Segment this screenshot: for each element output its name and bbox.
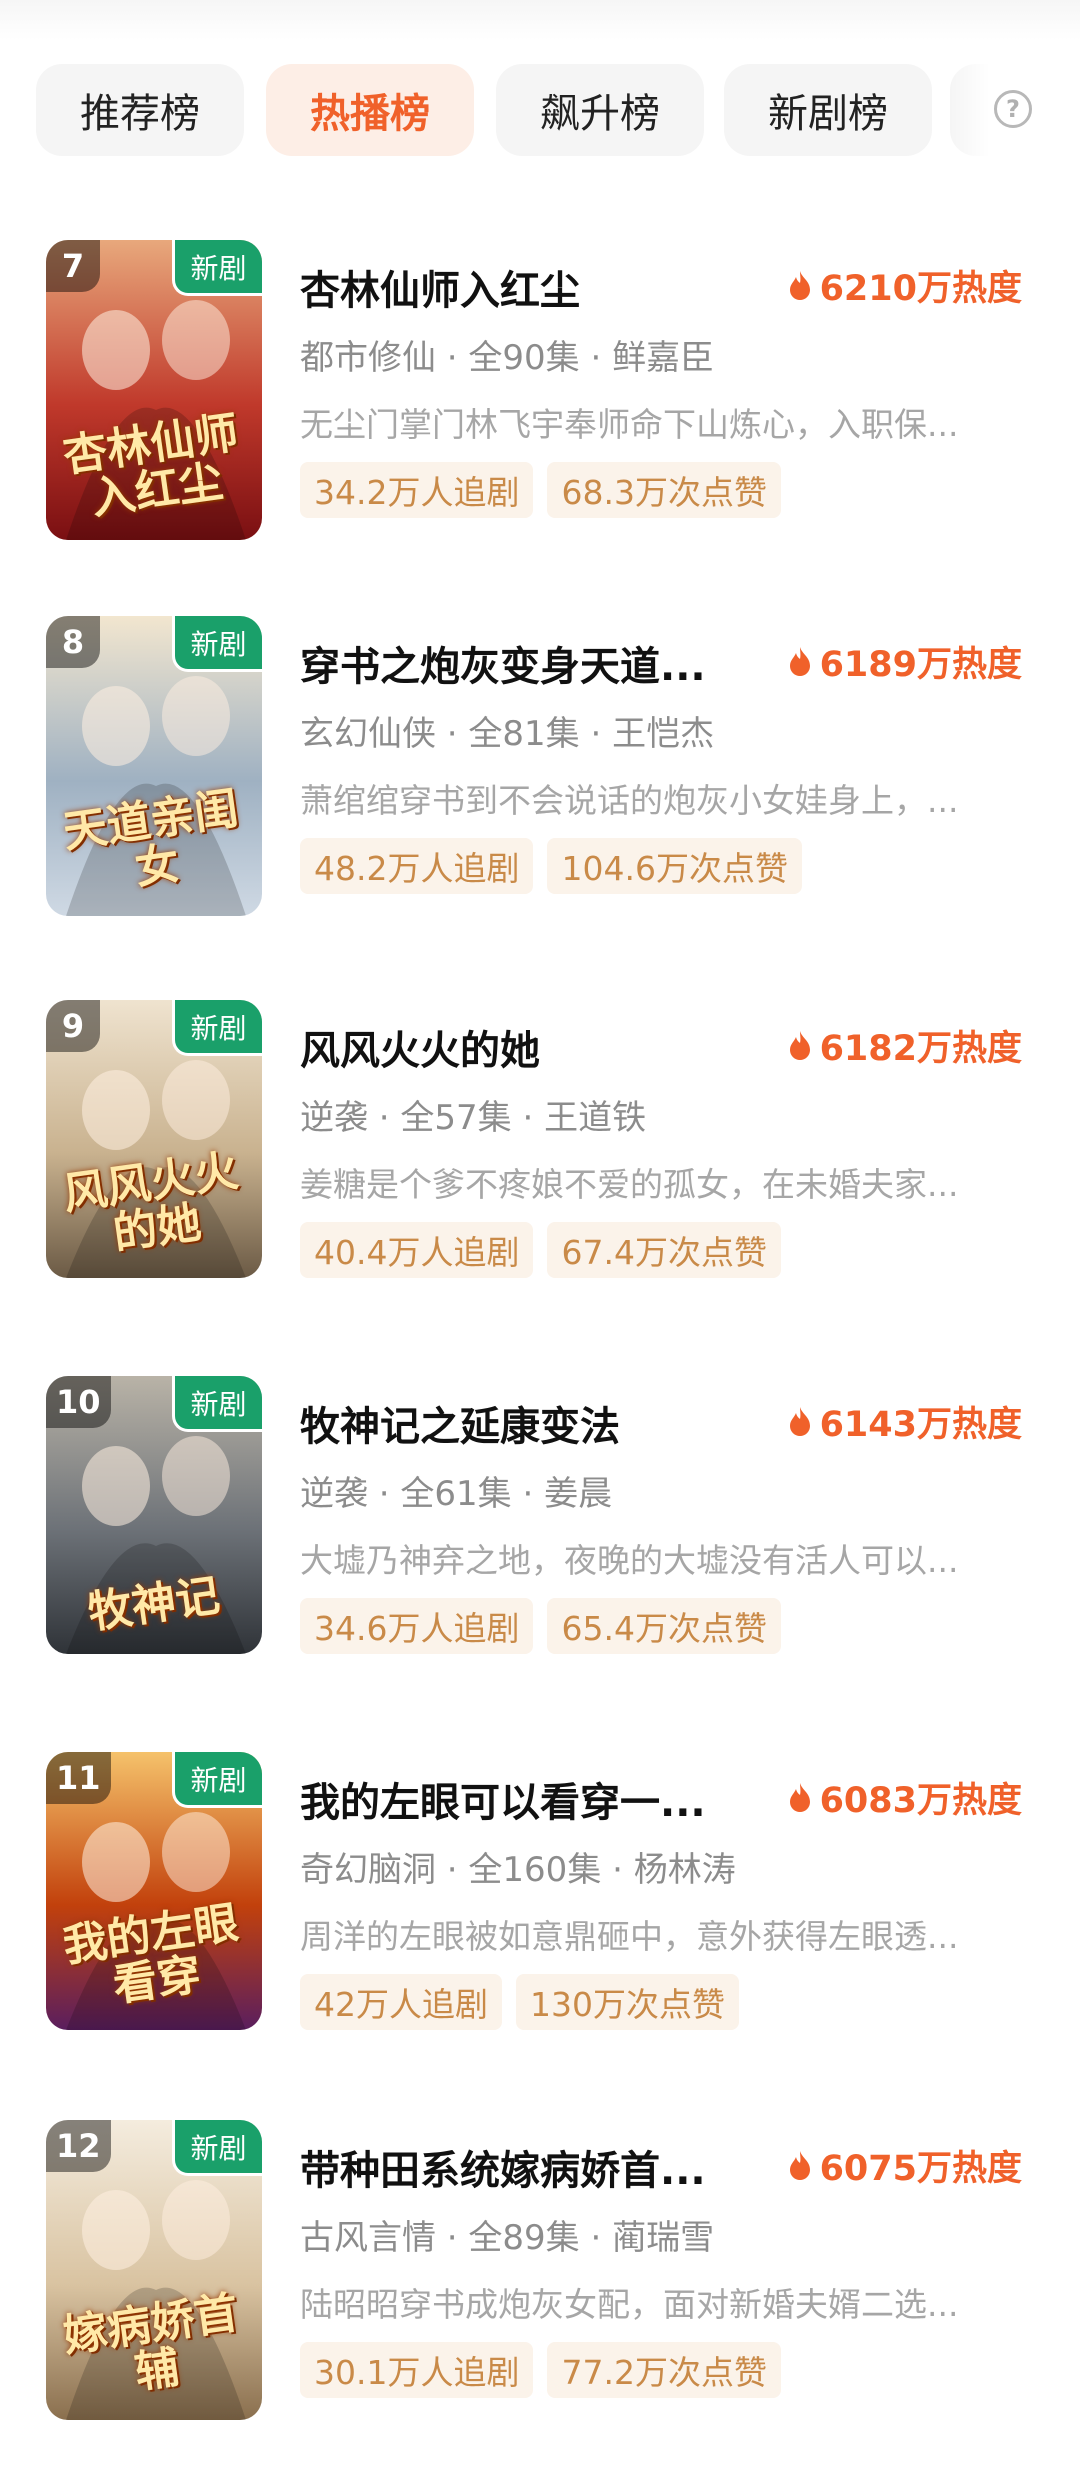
heat-value: 6189万热度 [819,645,1022,685]
rank-badge: 11 [46,1752,111,1804]
list-item[interactable]: 牧神记 10 新剧 牧神记之延康变法 6143万热度 逆袭 · 全61集 · 姜… [0,1376,1080,1696]
stat-tags: 34.6万人追剧 65.4万次点赞 [300,1598,781,1654]
heat-value: 6182万热度 [819,1029,1022,1069]
likes-tag: 104.6万次点赞 [547,838,802,894]
fire-icon [789,2150,810,2180]
likes-tag: 77.2万次点赞 [547,2342,781,2398]
question-circle-icon[interactable]: ? [994,90,1032,128]
likes-tag: 67.4万次点赞 [547,1222,781,1278]
drama-title[interactable]: 牧神记之延康变法 [300,1394,770,1452]
drama-description: 萧绾绾穿书到不会说话的炮灰小女娃身上，... [300,781,959,820]
top-fade [0,0,1080,40]
list-item[interactable]: 我的左眼看穿 11 新剧 我的左眼可以看穿一... 6083万热度 奇幻脑洞 ·… [0,1752,1080,2072]
tab-rising[interactable]: 飙升榜 [496,64,704,156]
new-badge: 新剧 [172,1000,262,1056]
heat-value: 6075万热度 [819,2149,1022,2189]
stat-tags: 34.2万人追剧 68.3万次点赞 [300,462,781,518]
drama-meta: 逆袭 · 全61集 · 姜晨 [300,1474,613,1514]
fire-icon [789,1406,810,1436]
poster-image[interactable]: 风风火火的她 9 新剧 [46,1000,262,1278]
heat-score: 6143万热度 [788,1396,1022,1447]
list-item[interactable]: 嫁病娇首辅 12 新剧 带种田系统嫁病娇首... 6075万热度 古风言情 · … [0,2120,1080,2440]
ranking-tabs: 推荐榜 热播榜 飙升榜 新剧榜 ? [36,64,1046,156]
new-badge: 新剧 [172,1752,262,1808]
drama-meta: 古风言情 · 全89集 · 蔺瑞雪 [300,2218,715,2258]
heat-score: 6075万热度 [788,2140,1022,2191]
tab-overflow-hint [950,64,990,156]
followers-tag: 40.4万人追剧 [300,1222,534,1278]
poster-image[interactable]: 杏林仙师入红尘 7 新剧 [46,240,262,540]
rank-badge: 8 [46,616,100,668]
likes-tag: 68.3万次点赞 [547,462,781,518]
followers-tag: 34.2万人追剧 [300,462,534,518]
drama-meta: 逆袭 · 全57集 · 王道铁 [300,1098,647,1138]
heat-value: 6210万热度 [819,269,1022,309]
drama-description: 无尘门掌门林飞宇奉师命下山炼心，入职保... [300,405,959,444]
new-badge: 新剧 [172,1376,262,1432]
heat-value: 6083万热度 [819,1781,1022,1821]
heat-score: 6189万热度 [788,636,1022,687]
drama-title[interactable]: 我的左眼可以看穿一... [300,1770,770,1828]
rank-badge: 7 [46,240,100,292]
stat-tags: 42万人追剧 130万次点赞 [300,1974,739,2030]
followers-tag: 42万人追剧 [300,1974,502,2030]
fire-icon [789,270,810,300]
list-item[interactable]: 杏林仙师入红尘 7 新剧 杏林仙师入红尘 6210万热度 都市修仙 · 全90集… [0,240,1080,560]
drama-description: 陆昭昭穿书成炮灰女配，面对新婚夫婿二选... [300,2285,959,2324]
heat-score: 6210万热度 [788,260,1022,311]
drama-meta: 都市修仙 · 全90集 · 鲜嘉臣 [300,338,715,378]
drama-description: 大墟乃神弃之地，夜晚的大墟没有活人可以... [300,1541,959,1580]
rank-badge: 10 [46,1376,111,1428]
rank-badge: 9 [46,1000,100,1052]
followers-tag: 30.1万人追剧 [300,2342,534,2398]
followers-tag: 48.2万人追剧 [300,838,534,894]
poster-image[interactable]: 嫁病娇首辅 12 新剧 [46,2120,262,2420]
heat-score: 6182万热度 [788,1020,1022,1071]
stat-tags: 40.4万人追剧 67.4万次点赞 [300,1222,781,1278]
fire-icon [789,1782,810,1812]
drama-title[interactable]: 杏林仙师入红尘 [300,258,770,316]
tab-recommend[interactable]: 推荐榜 [36,64,244,156]
drama-title[interactable]: 风风火火的她 [300,1018,770,1076]
list-item[interactable]: 天道亲闺女 8 新剧 穿书之炮灰变身天道... 6189万热度 玄幻仙侠 · 全… [0,616,1080,936]
fire-icon [789,646,810,676]
drama-meta: 玄幻仙侠 · 全81集 · 王恺杰 [300,714,715,754]
stat-tags: 30.1万人追剧 77.2万次点赞 [300,2342,781,2398]
heat-value: 6143万热度 [819,1405,1022,1445]
poster-image[interactable]: 天道亲闺女 8 新剧 [46,616,262,916]
tab-new[interactable]: 新剧榜 [724,64,932,156]
poster-image[interactable]: 牧神记 10 新剧 [46,1376,262,1654]
new-badge: 新剧 [172,240,262,296]
drama-meta: 奇幻脑洞 · 全160集 · 杨林涛 [300,1850,736,1890]
drama-title[interactable]: 穿书之炮灰变身天道... [300,634,770,692]
heat-score: 6083万热度 [788,1772,1022,1823]
stat-tags: 48.2万人追剧 104.6万次点赞 [300,838,802,894]
list-item[interactable]: 风风火火的她 9 新剧 风风火火的她 6182万热度 逆袭 · 全57集 · 王… [0,1000,1080,1320]
drama-description: 姜糖是个爹不疼娘不爱的孤女，在未婚夫家... [300,1165,959,1204]
tab-hot[interactable]: 热播榜 [266,64,474,156]
new-badge: 新剧 [172,616,262,672]
likes-tag: 65.4万次点赞 [547,1598,781,1654]
followers-tag: 34.6万人追剧 [300,1598,534,1654]
new-badge: 新剧 [172,2120,262,2176]
rank-badge: 12 [46,2120,111,2172]
poster-image[interactable]: 我的左眼看穿 11 新剧 [46,1752,262,2030]
likes-tag: 130万次点赞 [516,1974,739,2030]
drama-description: 周洋的左眼被如意鼎砸中，意外获得左眼透... [300,1917,959,1956]
drama-title[interactable]: 带种田系统嫁病娇首... [300,2138,770,2196]
fire-icon [789,1030,810,1060]
